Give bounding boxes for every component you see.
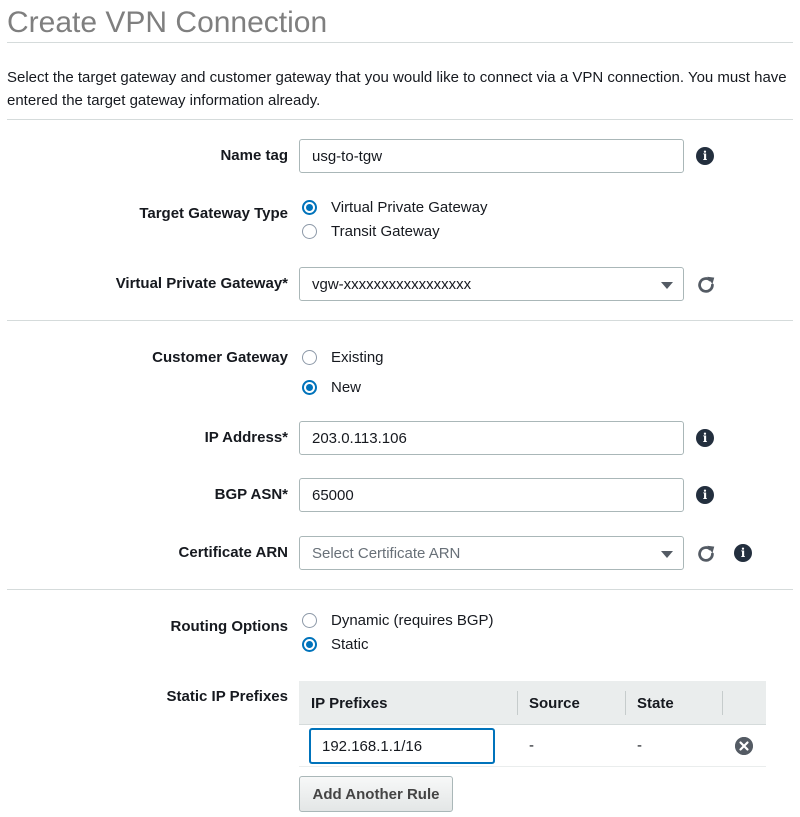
column-header-source: Source bbox=[529, 694, 580, 712]
static-ip-prefixes-label: Static IP Prefixes bbox=[166, 688, 288, 705]
radio-label: Existing bbox=[331, 349, 384, 366]
remove-icon[interactable] bbox=[735, 737, 753, 755]
radio-button[interactable] bbox=[302, 224, 317, 239]
table-row: - - bbox=[299, 725, 766, 767]
info-icon[interactable]: i bbox=[696, 147, 714, 165]
refresh-icon[interactable] bbox=[695, 543, 717, 565]
routing-options-label: Routing Options bbox=[170, 618, 288, 635]
customer-gateway-label: Customer Gateway bbox=[152, 349, 288, 366]
add-another-rule-button[interactable]: Add Another Rule bbox=[299, 776, 453, 812]
certificate-arn-select[interactable]: Select Certificate ARN bbox=[299, 536, 684, 570]
page-intro: Select the target gateway and customer g… bbox=[7, 69, 787, 109]
radio-button[interactable] bbox=[302, 350, 317, 365]
radio-label: Transit Gateway bbox=[331, 223, 440, 240]
refresh-icon[interactable] bbox=[695, 274, 717, 296]
virtual-private-gateway-select[interactable]: vgw-xxxxxxxxxxxxxxxxx bbox=[299, 267, 684, 301]
virtual-private-gateway-label: Virtual Private Gateway* bbox=[115, 275, 288, 292]
certificate-arn-label: Certificate ARN bbox=[178, 544, 288, 561]
radio-button-checked[interactable] bbox=[302, 637, 317, 652]
radio-static[interactable]: Static bbox=[302, 636, 369, 653]
info-icon[interactable]: i bbox=[734, 544, 752, 562]
radio-new[interactable]: New bbox=[302, 379, 361, 396]
radio-label: New bbox=[331, 379, 362, 396]
radio-transit-gateway[interactable]: Transit Gateway bbox=[302, 223, 440, 240]
target-gateway-type-label: Target Gateway Type bbox=[139, 205, 288, 222]
column-separator bbox=[722, 691, 723, 715]
ip-prefix-input[interactable] bbox=[310, 729, 494, 763]
radio-button-checked[interactable] bbox=[302, 200, 317, 215]
radio-dynamic[interactable]: Dynamic (requires BGP) bbox=[302, 612, 494, 629]
select-value: vgw-xxxxxxxxxxxxxxxxx bbox=[312, 275, 472, 293]
radio-label: Virtual Private Gateway bbox=[331, 199, 488, 216]
bgp-asn-input[interactable] bbox=[299, 478, 684, 512]
source-cell: - bbox=[529, 737, 534, 754]
section-divider bbox=[7, 589, 793, 590]
page-title: Create VPN Connection bbox=[7, 6, 328, 39]
radio-label: Static bbox=[331, 636, 369, 653]
select-placeholder: Select Certificate ARN bbox=[312, 544, 461, 562]
title-divider bbox=[7, 42, 793, 43]
ip-address-input[interactable] bbox=[299, 421, 684, 455]
radio-button-checked[interactable] bbox=[302, 380, 317, 395]
section-divider bbox=[7, 119, 793, 120]
chevron-down-icon bbox=[661, 551, 673, 558]
info-icon[interactable]: i bbox=[696, 486, 714, 504]
column-header-ip-prefixes: IP Prefixes bbox=[311, 694, 388, 712]
section-divider bbox=[7, 320, 793, 321]
radio-virtual-private-gateway[interactable]: Virtual Private Gateway bbox=[302, 199, 487, 216]
name-tag-input[interactable] bbox=[299, 139, 684, 173]
bgp-asn-label: BGP ASN* bbox=[214, 486, 288, 503]
ip-address-label: IP Address* bbox=[204, 429, 288, 446]
chevron-down-icon bbox=[661, 282, 673, 289]
prefix-table-header: IP Prefixes Source State bbox=[299, 681, 766, 725]
column-header-state: State bbox=[637, 694, 674, 712]
name-tag-label: Name tag bbox=[220, 147, 288, 164]
info-icon[interactable]: i bbox=[696, 429, 714, 447]
radio-label: Dynamic (requires BGP) bbox=[331, 612, 494, 629]
state-cell: - bbox=[637, 737, 642, 754]
radio-existing[interactable]: Existing bbox=[302, 349, 384, 366]
radio-button[interactable] bbox=[302, 613, 317, 628]
